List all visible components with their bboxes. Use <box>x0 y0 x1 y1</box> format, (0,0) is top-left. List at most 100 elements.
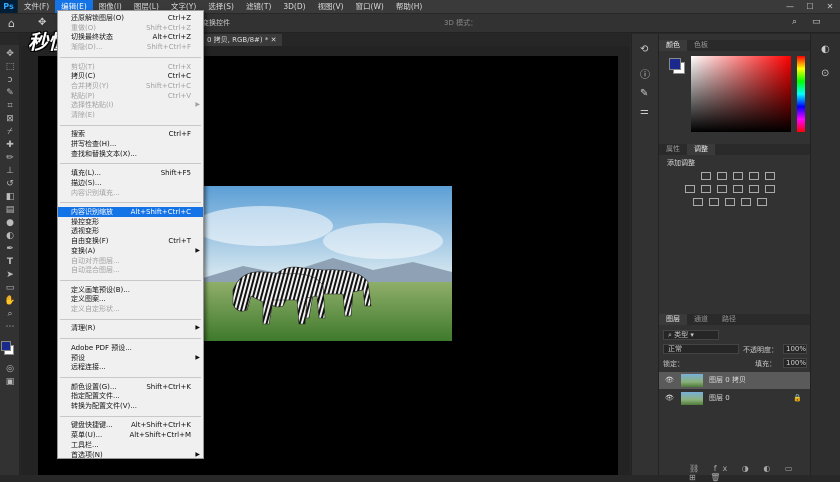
libraries-icon[interactable]: ⊙ <box>821 68 829 79</box>
info-panel-icon[interactable]: ⓘ <box>640 66 650 81</box>
tab-channels[interactable]: 通道 <box>687 314 715 325</box>
layer-filter-select[interactable]: ⌕ 类型 ▾ <box>663 330 719 340</box>
edit-menu-item[interactable]: 渐隐(D)... Shift+Ctrl+F <box>58 42 203 52</box>
adjustments-panel-tabs: 属性 调整 <box>659 144 811 155</box>
lasso-tool-icon[interactable]: ↄ <box>3 74 17 86</box>
tab-properties[interactable]: 属性 <box>659 144 687 155</box>
brush-settings-icon[interactable]: ✎ <box>640 88 648 99</box>
properties-icon[interactable]: ◐ <box>821 44 830 55</box>
home-icon[interactable]: ⌂ <box>8 17 15 30</box>
edit-menu-item[interactable]: 自动混合图层... <box>58 265 203 275</box>
eyedropper-tool-icon[interactable]: ⌿ <box>3 126 17 138</box>
black-white-icon[interactable] <box>717 185 727 193</box>
photo-filter-icon[interactable] <box>733 185 743 193</box>
add-adjustment-heading: 添加调整 <box>667 159 695 167</box>
path-select-tool-icon[interactable]: ➤ <box>3 269 17 281</box>
crop-tool-icon[interactable]: ⌗ <box>3 100 17 112</box>
color-field[interactable] <box>691 56 791 132</box>
gradient-map-icon[interactable] <box>741 198 751 206</box>
healing-brush-tool-icon[interactable]: ✚ <box>3 139 17 151</box>
vibrance-icon[interactable] <box>765 172 775 180</box>
menu-10[interactable]: 帮助(H) <box>390 0 429 13</box>
tab-swatches[interactable]: 色板 <box>687 40 715 51</box>
tab-color[interactable]: 颜色 <box>659 40 687 51</box>
dodge-tool-icon[interactable]: ◐ <box>3 230 17 242</box>
zoom-tool-icon[interactable]: ⌕ <box>3 308 17 320</box>
channel-mixer-icon[interactable] <box>749 185 759 193</box>
marquee-tool-icon[interactable]: ⬚ <box>3 61 17 73</box>
hue-slider[interactable] <box>797 56 805 132</box>
exposure-icon[interactable] <box>749 172 759 180</box>
edit-menu-item[interactable]: 查找和替换文本(X)... <box>58 149 203 159</box>
close-icon[interactable]: ✕ <box>820 0 840 13</box>
edit-menu-item[interactable]: 首选项(N) ▶ <box>58 450 203 460</box>
edit-menu-item[interactable]: 定义自定形状... <box>58 304 203 314</box>
menu-5[interactable]: 选择(S) <box>202 0 240 13</box>
screen-mode-icon[interactable]: ▣ <box>3 376 17 388</box>
history-brush-tool-icon[interactable]: ↺ <box>3 178 17 190</box>
edit-menu-item[interactable]: 清除(E) <box>58 110 203 120</box>
brush-tool-icon[interactable]: ✏ <box>3 152 17 164</box>
blend-mode-select[interactable]: 正常 <box>663 344 739 354</box>
edit-menu-item[interactable]: 远程连接... <box>58 362 203 372</box>
frame-tool-icon[interactable]: ⊠ <box>3 113 17 125</box>
layer-row[interactable]: 👁 图层 0 拷贝 <box>659 372 811 389</box>
curves-icon[interactable] <box>733 172 743 180</box>
levels-icon[interactable] <box>717 172 727 180</box>
edit-menu-item[interactable]: 清理(R) ▶ <box>58 323 203 333</box>
tab-paths[interactable]: 路径 <box>715 314 743 325</box>
tab-layers[interactable]: 图层 <box>659 314 687 325</box>
blur-tool-icon[interactable]: ● <box>3 217 17 229</box>
transform-controls-label[interactable]: 变换控件 <box>202 18 230 28</box>
document-tab[interactable]: 0 拷贝, RGB/8#) * ✕ <box>201 34 283 46</box>
adjust-panel-icon[interactable]: ⚌ <box>640 106 649 117</box>
layer-row[interactable]: 👁 图层 0 🔒 <box>659 390 811 407</box>
foreground-swatch[interactable] <box>669 58 681 70</box>
eye-icon[interactable]: 👁 <box>665 390 674 407</box>
invert-icon[interactable] <box>693 198 703 206</box>
fill-input[interactable]: 100% <box>783 358 807 368</box>
threshold-icon[interactable] <box>725 198 735 206</box>
close-tab-icon[interactable]: ✕ <box>271 36 277 44</box>
clone-stamp-tool-icon[interactable]: ⊥ <box>3 165 17 177</box>
foreground-color-swatch[interactable] <box>1 341 11 351</box>
layer-actions[interactable]: ⛓ fx ◑ ◐ ▭ ⊞ 🗑 <box>689 464 810 482</box>
opacity-input[interactable]: 100% <box>783 344 807 354</box>
maximize-icon[interactable]: ☐ <box>800 0 820 13</box>
hue-saturation-icon[interactable] <box>685 185 695 193</box>
eye-icon[interactable]: 👁 <box>665 372 674 389</box>
eraser-tool-icon[interactable]: ◧ <box>3 191 17 203</box>
more-tools-icon[interactable]: ⋯ <box>3 321 17 333</box>
color-balance-icon[interactable] <box>701 185 711 193</box>
menu-item-label: 内容识别填充... <box>71 188 120 197</box>
edit-menu-item[interactable]: 内容识别填充... <box>58 188 203 198</box>
3d-mode-label: 3D 模式： <box>444 19 478 27</box>
type-tool-icon[interactable]: T <box>3 256 17 268</box>
posterize-icon[interactable] <box>709 198 719 206</box>
gradient-tool-icon[interactable]: ▤ <box>3 204 17 216</box>
rectangle-tool-icon[interactable]: ▭ <box>3 282 17 294</box>
hand-tool-icon[interactable]: ✋ <box>3 295 17 307</box>
brightness-icon[interactable] <box>701 172 711 180</box>
quick-select-tool-icon[interactable]: ✎ <box>3 87 17 99</box>
right-icon-strip: ◐ ⊙ <box>810 34 840 475</box>
menu-7[interactable]: 3D(D) <box>277 0 311 13</box>
edit-menu-item[interactable]: 转换为配置文件(V)... <box>58 401 203 411</box>
menu-0[interactable]: 文件(F) <box>18 0 55 13</box>
tab-adjustments[interactable]: 调整 <box>687 144 715 155</box>
pen-tool-icon[interactable]: ✒ <box>3 243 17 255</box>
move-tool-icon[interactable]: ✥ <box>3 48 17 60</box>
menu-separator <box>60 337 201 339</box>
history-panel-icon[interactable]: ⟲ <box>640 44 648 55</box>
search-icon[interactable]: ⌕ <box>792 17 797 27</box>
quick-mask-icon[interactable]: ◎ <box>3 363 17 375</box>
selective-color-icon[interactable] <box>757 198 767 206</box>
minimize-icon[interactable]: — <box>780 0 800 13</box>
menu-9[interactable]: 窗口(W) <box>350 0 390 13</box>
workspace-icon[interactable]: ▭ <box>812 17 821 27</box>
menu-6[interactable]: 滤镜(T) <box>240 0 277 13</box>
menu-8[interactable]: 视图(V) <box>312 0 350 13</box>
color-lookup-icon[interactable] <box>765 185 775 193</box>
menu-separator <box>60 318 201 320</box>
menu-item-shortcut: Shift+Ctrl+F <box>146 43 191 52</box>
